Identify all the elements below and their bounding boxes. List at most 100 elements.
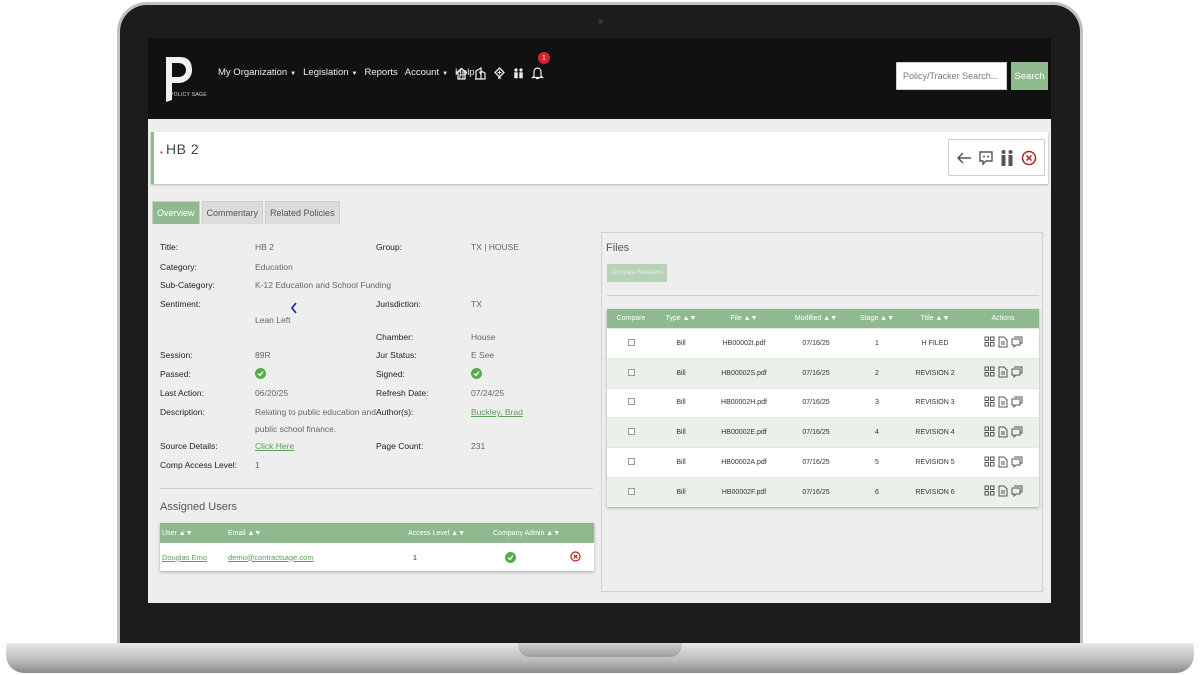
policy-tabs: Overview Commentary Related Policies [152,201,340,224]
user-access-level: 1 [412,552,418,562]
table-row: Bill HB00002A.pdf 07/16/25 5 REVISION 5 [607,447,1039,477]
document-icon[interactable] [998,396,1008,410]
comp-access-value: 1 [255,460,260,470]
compare-grid-icon[interactable] [984,426,995,440]
file-name: HB00002E.pdf [721,429,767,437]
description-line-2: public school finance. [255,424,337,434]
refresh-date-label: Refresh Date: [376,388,429,398]
assigned-users-table: User ▲▼ Email ▲▼ Access Level ▲▼ Company… [160,523,594,571]
author-link[interactable]: Buckley, Brad [471,407,523,417]
bell-icon[interactable] [530,65,544,81]
compare-grid-icon[interactable] [984,396,995,410]
compare-checkbox[interactable] [607,368,655,378]
menu-account[interactable]: Account ▼ [405,67,448,78]
user-name-link[interactable]: Douglas Emo [160,553,228,562]
chevron-down-icon: ▼ [442,71,449,77]
compare-grid-icon[interactable] [984,485,995,499]
document-icon[interactable] [998,366,1008,380]
chevron-down-icon: ▼ [351,71,358,77]
document-icon[interactable] [998,336,1008,350]
home-icon[interactable] [454,65,468,81]
col-email[interactable]: Email ▲▼ [228,530,408,537]
app-screen: POLICY SAGE My Organization ▼ Legislation… [148,38,1051,603]
passed-check-icon [255,368,266,379]
page-title: HB 2 [166,141,200,157]
col-access-level[interactable]: Access Level ▲▼ [408,530,493,537]
col-user[interactable]: User ▲▼ [160,530,228,537]
col-company-admin[interactable]: Company Admin ▲▼ [493,530,583,537]
header-toolbar [948,139,1045,176]
page-count-label: Page Count: [376,441,424,451]
compare-checkbox[interactable] [607,338,655,348]
file-stage: 4 [875,429,879,437]
notification-badge: 1 [538,52,550,64]
file-modified: 07/16/25 [802,459,830,467]
comments-icon[interactable] [1011,456,1023,470]
sentiment-label: Sentiment: [160,299,201,309]
table-header: Compare Type ▲▼ File ▲▼ Modified ▲▼ Stag… [607,309,1039,328]
col-title[interactable]: Title ▲▼ [903,315,967,322]
file-title: REVISION 6 [915,488,955,496]
signed-label: Signed: [376,369,405,379]
file-modified: 07/16/25 [802,488,830,496]
main-menu: My Organization ▼ Legislation ▼ Reports Ac… [218,67,484,78]
col-stage[interactable]: Stage ▲▼ [851,315,903,322]
subcategory-value: K-12 Education and School Funding [255,280,392,290]
laptop-notch [518,643,682,657]
nav-icon-bar [454,65,544,81]
document-icon[interactable] [998,456,1008,470]
gavel-icon[interactable] [492,65,506,81]
laptop-mockup: POLICY SAGE My Organization ▼ Legislation… [0,0,1200,675]
file-stage: 3 [875,399,879,407]
users-icon[interactable] [511,65,525,81]
file-actions [967,336,1039,350]
files-table: Compare Type ▲▼ File ▲▼ Modified ▲▼ Stag… [607,309,1039,507]
back-arrow-icon[interactable] [955,148,973,168]
comments-icon[interactable] [1011,426,1023,440]
tab-commentary[interactable]: Commentary [201,201,264,224]
people-icon[interactable] [998,148,1016,168]
menu-legislation[interactable]: Legislation ▼ [303,67,357,78]
tab-overview[interactable]: Overview [152,201,200,224]
compare-checkbox[interactable] [607,458,655,467]
search-button[interactable]: Search [1011,62,1048,90]
menu-reports[interactable]: Reports [365,67,398,78]
col-modified[interactable]: Modified ▲▼ [781,315,851,322]
jur-status-value: E See [471,350,495,360]
compare-revisions-button[interactable]: Compare Revisions [607,264,667,282]
comments-icon[interactable] [1011,485,1023,499]
comment-icon[interactable] [977,148,995,168]
document-icon[interactable] [998,426,1008,440]
file-actions [967,366,1039,380]
chevron-down-icon: ▼ [290,71,297,77]
building-icon[interactable] [473,65,487,81]
col-file[interactable]: File ▲▼ [707,315,781,322]
compare-grid-icon[interactable] [984,336,995,350]
jurisdiction-value: TX [471,299,482,309]
compare-checkbox[interactable] [607,428,655,437]
comments-icon[interactable] [1011,336,1023,350]
tab-related-policies[interactable]: Related Policies [265,201,340,224]
close-icon[interactable] [1020,148,1038,168]
col-type[interactable]: Type ▲▼ [655,315,707,322]
files-title: Files [606,242,630,254]
title-label: Title: [160,242,179,252]
file-type: Bill [676,369,686,377]
menu-my-organization[interactable]: My Organization ▼ [218,67,296,78]
compare-checkbox[interactable] [607,487,655,497]
comments-icon[interactable] [1011,396,1023,410]
comments-icon[interactable] [1011,366,1023,380]
policy-tracker-search-input[interactable] [896,62,1007,90]
jur-status-label: Jur Status: [376,350,417,360]
source-details-link[interactable]: Click Here [255,441,294,451]
user-email-link[interactable]: demo@contractsage.com [228,553,370,562]
file-stage: 5 [875,459,879,467]
col-actions: Actions [991,315,1015,322]
remove-user-icon[interactable] [560,550,590,564]
compare-checkbox[interactable] [607,398,655,407]
compare-grid-icon[interactable] [984,456,995,470]
compare-grid-icon[interactable] [984,366,995,380]
jurisdiction-label: Jurisdiction: [376,299,421,309]
document-icon[interactable] [998,485,1008,499]
chamber-label: Chamber: [376,332,414,342]
